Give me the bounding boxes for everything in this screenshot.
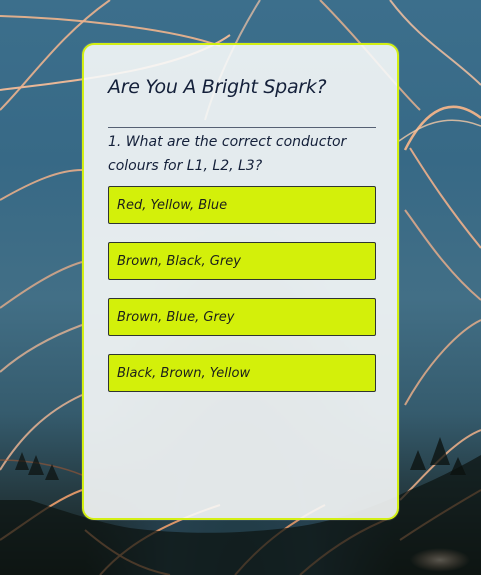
question-text: 1. What are the correct conductor colour…	[108, 134, 347, 174]
answer-option[interactable]: Brown, Blue, Grey	[108, 298, 376, 336]
answer-option[interactable]: Red, Yellow, Blue	[108, 186, 376, 224]
title-divider	[108, 127, 376, 128]
answer-option[interactable]: Black, Brown, Yellow	[108, 354, 376, 392]
quiz-title: Are You A Bright Spark?	[108, 76, 327, 98]
answer-option[interactable]: Brown, Black, Grey	[108, 242, 376, 280]
quiz-card: Are You A Bright Spark? 1. What are the …	[82, 43, 399, 520]
